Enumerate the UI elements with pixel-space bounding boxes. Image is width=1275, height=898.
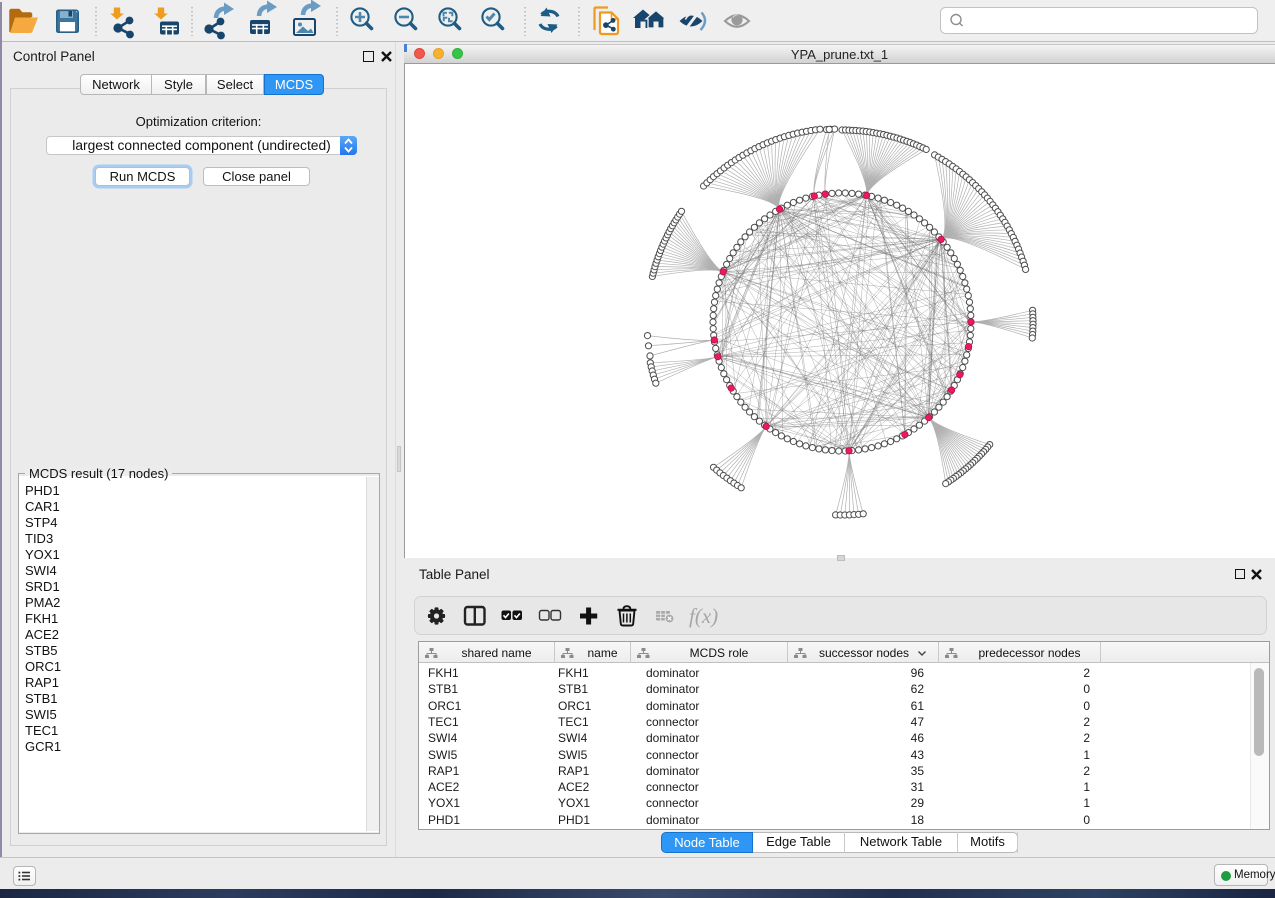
svg-text:f(x): f(x) (689, 604, 718, 628)
